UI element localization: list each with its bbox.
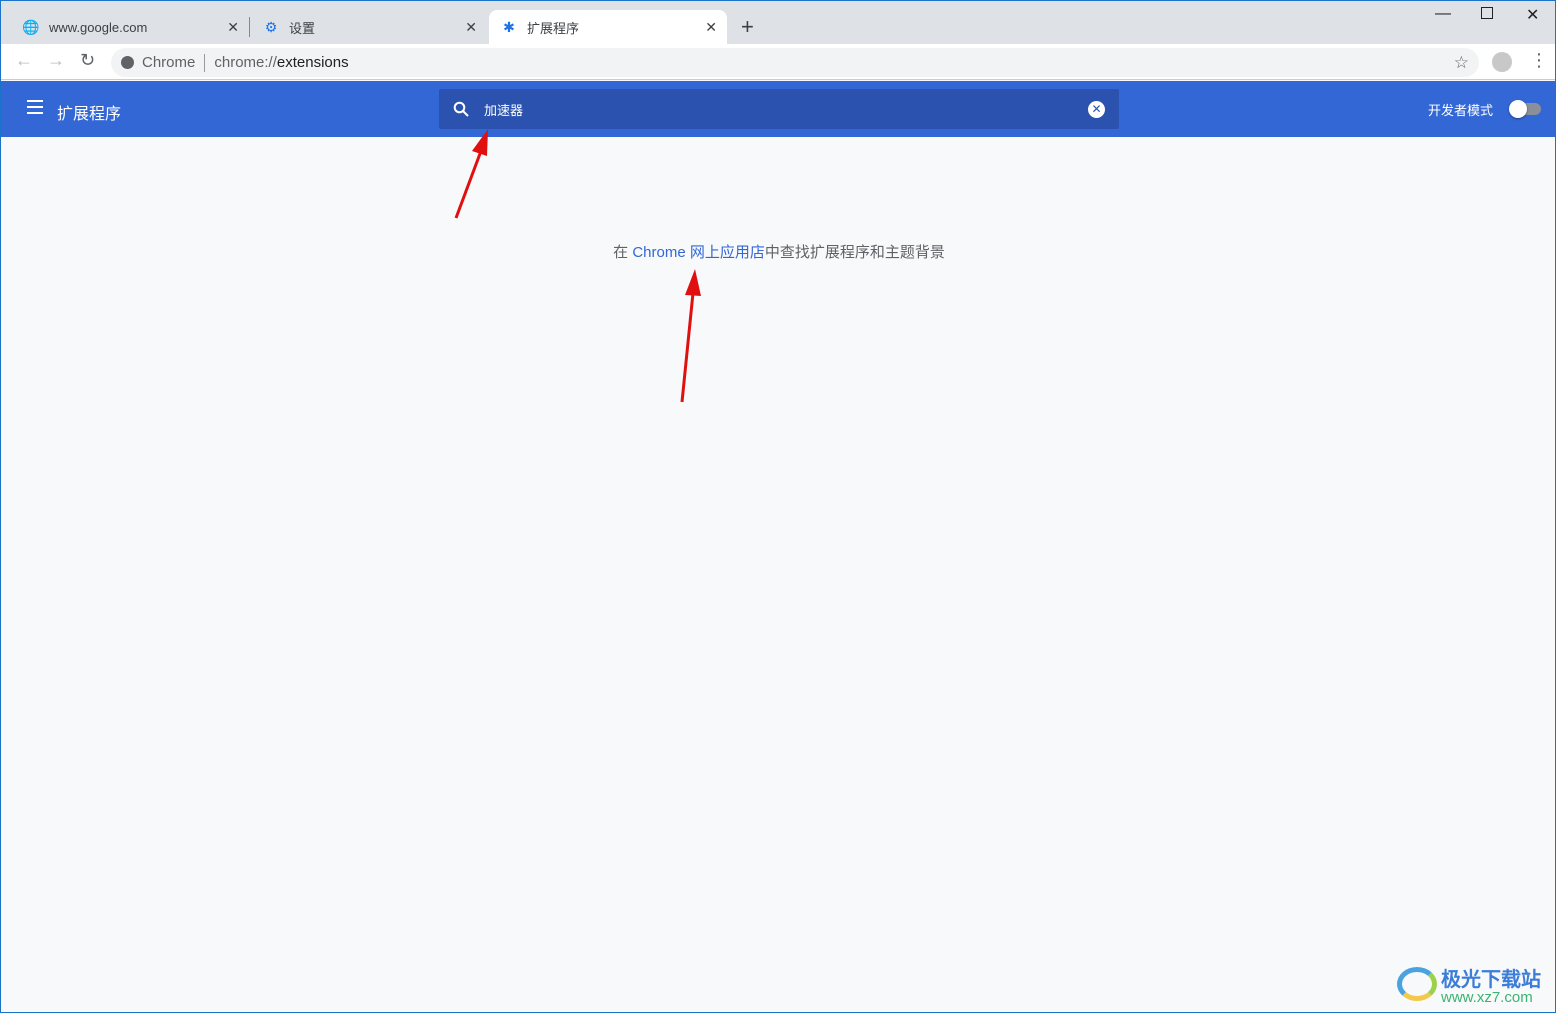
annotation-arrows (454, 129, 701, 403)
watermark-logo (1397, 967, 1437, 1001)
annotation-arrow (680, 269, 701, 403)
watermark-url: www.xz7.com (1441, 989, 1533, 1006)
watermark-name: 极光下载站 (1441, 969, 1541, 991)
annotation-arrow (454, 129, 488, 219)
